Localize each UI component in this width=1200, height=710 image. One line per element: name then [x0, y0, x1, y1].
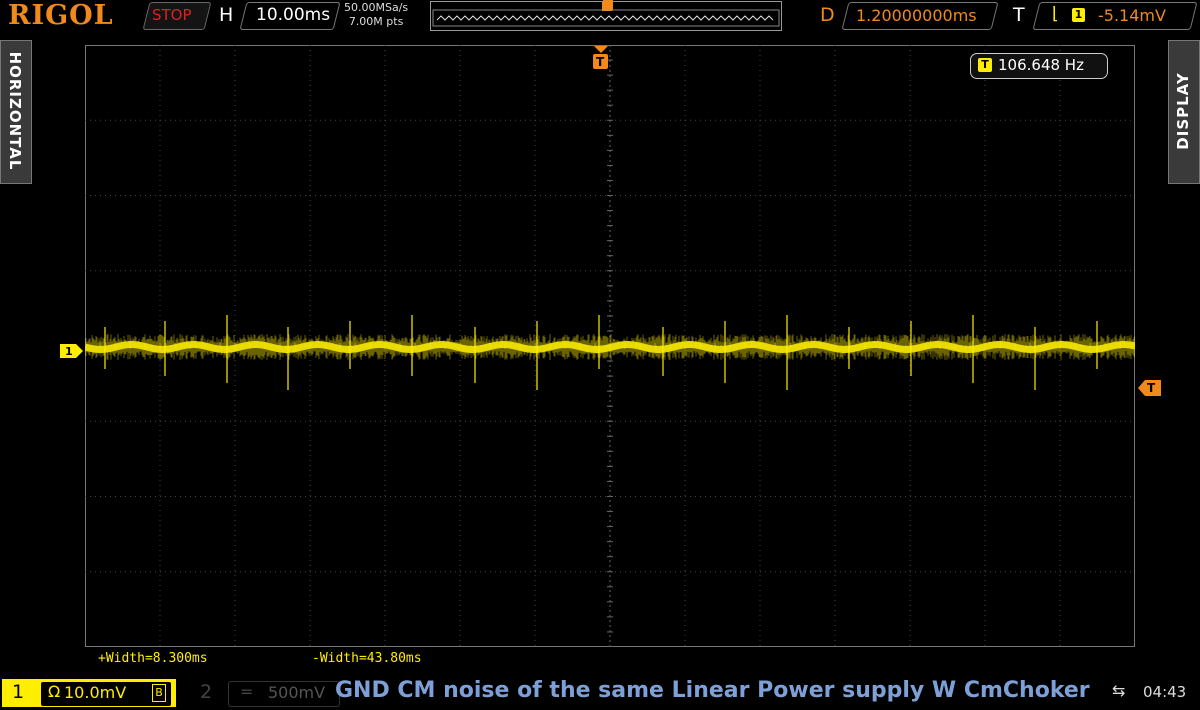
top-trigger-arrow — [603, 0, 613, 10]
trigger-key: T — [1013, 4, 1025, 26]
trigger-position-label: T — [596, 55, 605, 69]
trigger-level: -5.14mV — [1098, 6, 1166, 25]
channel1-scale: 10.0mV — [64, 683, 127, 702]
dc-coupling-icon: = — [240, 682, 254, 701]
horizontal-key: H — [219, 4, 234, 26]
negative-width-measurement: -Width=43.80ms — [312, 651, 422, 666]
delay-key: D — [820, 4, 835, 26]
channel1-marker-label: 1 — [65, 345, 73, 358]
system-clock: 04:43 — [1143, 683, 1187, 701]
channel1-number: 1 — [12, 681, 25, 703]
delay-value: 1.20000000ms — [856, 6, 977, 25]
trigger-level-marker-label: T — [1147, 381, 1156, 395]
trigger-source-badge: 1 — [1072, 8, 1085, 22]
horizontal-tab-label: HORIZONTAL — [6, 51, 24, 171]
bandwidth-limit-icon: B — [152, 684, 166, 702]
positive-width-measurement: +Width=8.300ms — [98, 651, 208, 666]
waveform-graticule — [85, 45, 1135, 647]
display-tab-label: DISPLAY — [1174, 72, 1192, 150]
sample-rate: 50.00MSa/s — [344, 1, 409, 14]
falling-edge-icon: ⌊ — [1052, 4, 1059, 24]
impedance-icon: Ω — [48, 682, 61, 701]
frequency-value: 106.648 Hz — [998, 56, 1084, 74]
memory-depth: 7.00M pts — [348, 15, 404, 28]
channel2-number[interactable]: 2 — [200, 681, 212, 703]
image-caption: GND CM noise of the same Linear Power su… — [335, 678, 1090, 703]
brand-logo: RIGOL — [8, 0, 114, 31]
acquisition-info: 50.00MSa/s 7.00M pts — [344, 1, 408, 29]
run-state-label: STOP — [152, 6, 192, 24]
channel2-scale: 500mV — [268, 683, 326, 702]
timebase-value: 10.00ms — [256, 5, 331, 25]
usb-icon: ⇆ — [1112, 681, 1126, 700]
frequency-source-badge: T — [978, 58, 992, 72]
